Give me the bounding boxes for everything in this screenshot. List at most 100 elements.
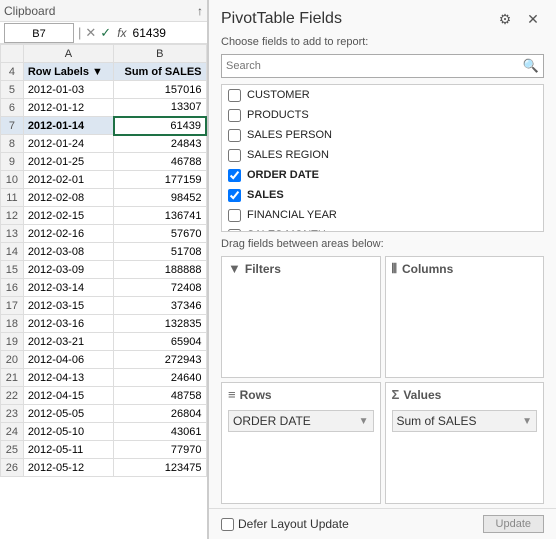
- field-item[interactable]: ORDER DATE: [222, 165, 543, 185]
- row-value-cell[interactable]: 46788: [114, 153, 206, 171]
- row-num-cell: 21: [1, 369, 24, 387]
- columns-icon: ⫴: [392, 261, 398, 277]
- name-box[interactable]: B7: [4, 23, 74, 43]
- rows-tag[interactable]: ORDER DATE ▼: [228, 410, 374, 432]
- update-button[interactable]: Update: [483, 515, 544, 533]
- defer-text: Defer Layout Update: [238, 517, 349, 531]
- row-date-cell[interactable]: 2012-03-15: [23, 297, 113, 315]
- field-checkbox[interactable]: [228, 149, 241, 162]
- row-date-cell[interactable]: 2012-03-14: [23, 279, 113, 297]
- row-date-cell[interactable]: 2012-05-10: [23, 423, 113, 441]
- row-date-cell[interactable]: 2012-04-13: [23, 369, 113, 387]
- columns-label: Columns: [402, 262, 453, 276]
- pivot-panel: PivotTable Fields ⚙ ✕ Choose fields to a…: [208, 0, 556, 539]
- row-num-cell: 11: [1, 189, 24, 207]
- row-num-cell: 20: [1, 351, 24, 369]
- field-item[interactable]: SALES PERSON: [222, 125, 543, 145]
- row-date-cell[interactable]: 2012-02-08: [23, 189, 113, 207]
- sum-sales-header: Sum of SALES: [114, 63, 206, 81]
- row-num-cell: 9: [1, 153, 24, 171]
- row-date-cell[interactable]: 2012-03-08: [23, 243, 113, 261]
- row-value-cell[interactable]: 37346: [114, 297, 206, 315]
- table-row: 172012-03-1537346: [1, 297, 207, 315]
- field-item[interactable]: CUSTOMER: [222, 85, 543, 105]
- row-date-cell[interactable]: 2012-04-06: [23, 351, 113, 369]
- row-value-cell[interactable]: 177159: [114, 171, 206, 189]
- search-input[interactable]: [226, 60, 523, 72]
- table-row: 142012-03-0851708: [1, 243, 207, 261]
- delete-icon[interactable]: ✕: [85, 25, 96, 41]
- field-item[interactable]: SALES REGION: [222, 145, 543, 165]
- search-row[interactable]: 🔍: [221, 54, 544, 78]
- row-num-cell: 15: [1, 261, 24, 279]
- row-date-cell[interactable]: 2012-01-24: [23, 135, 113, 153]
- pivot-header: PivotTable Fields ⚙ ✕: [209, 0, 556, 34]
- row-value-cell[interactable]: 136741: [114, 207, 206, 225]
- field-item[interactable]: SALES MONTH: [222, 225, 543, 232]
- row-date-cell[interactable]: 2012-02-01: [23, 171, 113, 189]
- row-value-cell[interactable]: 26804: [114, 405, 206, 423]
- row-value-cell[interactable]: 24843: [114, 135, 206, 153]
- row-value-cell[interactable]: 157016: [114, 81, 206, 99]
- row-value-cell[interactable]: 132835: [114, 315, 206, 333]
- defer-label[interactable]: Defer Layout Update: [221, 517, 349, 531]
- row-date-cell[interactable]: 2012-01-03: [23, 81, 113, 99]
- field-checkbox[interactable]: [228, 209, 241, 222]
- row-num-cell: 5: [1, 81, 24, 99]
- row-date-cell[interactable]: 2012-03-21: [23, 333, 113, 351]
- row-value-cell[interactable]: 48758: [114, 387, 206, 405]
- row-value-cell[interactable]: 72408: [114, 279, 206, 297]
- close-icon[interactable]: ✕: [522, 8, 544, 30]
- field-item[interactable]: FINANCIAL YEAR: [222, 205, 543, 225]
- row-date-cell[interactable]: 2012-02-15: [23, 207, 113, 225]
- field-item[interactable]: PRODUCTS: [222, 105, 543, 125]
- row-value-cell[interactable]: 57670: [114, 225, 206, 243]
- rows-header: ≡ Rows: [228, 387, 374, 402]
- field-checkbox[interactable]: [228, 169, 241, 182]
- row-num-cell: 22: [1, 387, 24, 405]
- row-value-cell[interactable]: 188888: [114, 261, 206, 279]
- clipboard-label: Clipboard: [4, 4, 55, 18]
- row-date-cell[interactable]: 2012-05-05: [23, 405, 113, 423]
- row-date-cell[interactable]: 2012-05-12: [23, 459, 113, 477]
- row-labels-header: Row Labels ▼: [23, 63, 113, 81]
- row-date-cell[interactable]: 2012-03-16: [23, 315, 113, 333]
- row-value-cell[interactable]: 65904: [114, 333, 206, 351]
- values-tag-label: Sum of SALES: [397, 414, 477, 428]
- row-date-cell[interactable]: 2012-01-14: [23, 117, 113, 135]
- row-value-cell[interactable]: 51708: [114, 243, 206, 261]
- table-row: 122012-02-15136741: [1, 207, 207, 225]
- row-date-cell[interactable]: 2012-01-12: [23, 99, 113, 117]
- row-value-cell[interactable]: 24640: [114, 369, 206, 387]
- row-date-cell[interactable]: 2012-03-09: [23, 261, 113, 279]
- field-checkbox[interactable]: [228, 129, 241, 142]
- drag-section: Drag fields between areas below:: [209, 232, 556, 252]
- data-table: A B 4 Row Labels ▼ Sum of SALES 52012-01…: [0, 44, 207, 477]
- row-value-cell[interactable]: 77970: [114, 441, 206, 459]
- row-date-cell[interactable]: 2012-04-15: [23, 387, 113, 405]
- field-checkbox[interactable]: [228, 109, 241, 122]
- field-item[interactable]: SALES: [222, 185, 543, 205]
- row-value-cell[interactable]: 13307: [114, 99, 206, 117]
- row-date-cell[interactable]: 2012-05-11: [23, 441, 113, 459]
- values-tag[interactable]: Sum of SALES ▼: [392, 410, 538, 432]
- row-value-cell[interactable]: 61439: [114, 117, 206, 135]
- field-label: ORDER DATE: [247, 169, 319, 181]
- row-value-cell[interactable]: 98452: [114, 189, 206, 207]
- settings-icon[interactable]: ⚙: [494, 8, 516, 30]
- row-date-cell[interactable]: 2012-02-16: [23, 225, 113, 243]
- row-date-cell[interactable]: 2012-01-25: [23, 153, 113, 171]
- row-value-cell[interactable]: 123475: [114, 459, 206, 477]
- field-checkbox[interactable]: [228, 89, 241, 102]
- row-num-cell: 10: [1, 171, 24, 189]
- values-tag-arrow[interactable]: ▼: [522, 416, 532, 427]
- table-container: A B 4 Row Labels ▼ Sum of SALES 52012-01…: [0, 44, 207, 539]
- bottom-row: Defer Layout Update Update: [209, 508, 556, 539]
- row-value-cell[interactable]: 272943: [114, 351, 206, 369]
- row-value-cell[interactable]: 43061: [114, 423, 206, 441]
- row-num-cell: 16: [1, 279, 24, 297]
- rows-tag-arrow[interactable]: ▼: [359, 416, 369, 427]
- field-checkbox[interactable]: [228, 189, 241, 202]
- confirm-icon[interactable]: ✓: [100, 25, 111, 41]
- defer-checkbox[interactable]: [221, 518, 234, 531]
